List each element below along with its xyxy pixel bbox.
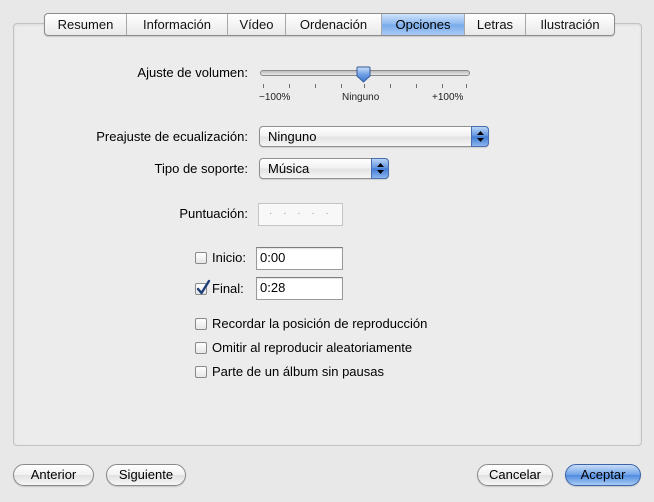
stop-checkbox[interactable] — [195, 279, 211, 295]
volume-min-label: −100% — [259, 92, 291, 103]
media-kind-popup[interactable]: Música — [259, 158, 389, 179]
volume-mid-label: Ninguno — [342, 92, 380, 103]
volume-label: Ajuste de volumen: — [137, 65, 248, 80]
rating-field[interactable]: · · · · · — [258, 203, 343, 226]
ok-button[interactable]: Aceptar — [565, 464, 641, 486]
equalizer-popup[interactable]: Ninguno — [259, 126, 489, 147]
skip-shuffle-checkbox[interactable] — [195, 342, 207, 354]
stop-time-field[interactable]: 0:28 — [256, 277, 343, 300]
tab-informacion[interactable]: Información — [127, 14, 228, 35]
options-panel — [13, 23, 642, 446]
next-button[interactable]: Siguiente — [106, 464, 186, 486]
checkmark-icon — [196, 279, 211, 295]
cancel-button[interactable]: Cancelar — [477, 464, 553, 486]
volume-slider-thumb[interactable] — [356, 66, 371, 83]
remember-position-label: Recordar la posición de reproducción — [212, 316, 428, 331]
start-checkbox[interactable] — [195, 252, 207, 264]
popup-arrows-icon — [471, 126, 489, 147]
stop-label: Final: — [212, 281, 244, 296]
tab-letras[interactable]: Letras — [465, 14, 526, 35]
volume-max-label: +100% — [432, 92, 464, 103]
tab-bar: Resumen Información Vídeo Ordenación Opc… — [44, 13, 615, 36]
media-kind-value: Música — [268, 161, 310, 176]
start-label: Inicio: — [212, 250, 246, 265]
tab-video[interactable]: Vídeo — [228, 14, 286, 35]
start-time-field[interactable]: 0:00 — [256, 247, 343, 270]
media-kind-label: Tipo de soporte: — [154, 161, 248, 176]
equalizer-value: Ninguno — [268, 129, 317, 144]
tab-resumen[interactable]: Resumen — [45, 14, 127, 35]
gapless-album-checkbox[interactable] — [195, 366, 207, 378]
gapless-album-label: Parte de un álbum sin pausas — [212, 364, 384, 379]
skip-shuffle-label: Omitir al reproducir aleatoriamente — [212, 340, 413, 355]
previous-button[interactable]: Anterior — [13, 464, 94, 486]
tab-opciones[interactable]: Opciones — [382, 14, 465, 35]
popup-arrows-icon — [371, 158, 389, 179]
rating-label: Puntuación: — [179, 206, 248, 221]
remember-position-checkbox[interactable] — [195, 318, 207, 330]
tab-ilustracion[interactable]: Ilustración — [526, 14, 614, 35]
tab-ordenacion[interactable]: Ordenación — [286, 14, 382, 35]
equalizer-label: Preajuste de ecualización: — [96, 129, 248, 144]
